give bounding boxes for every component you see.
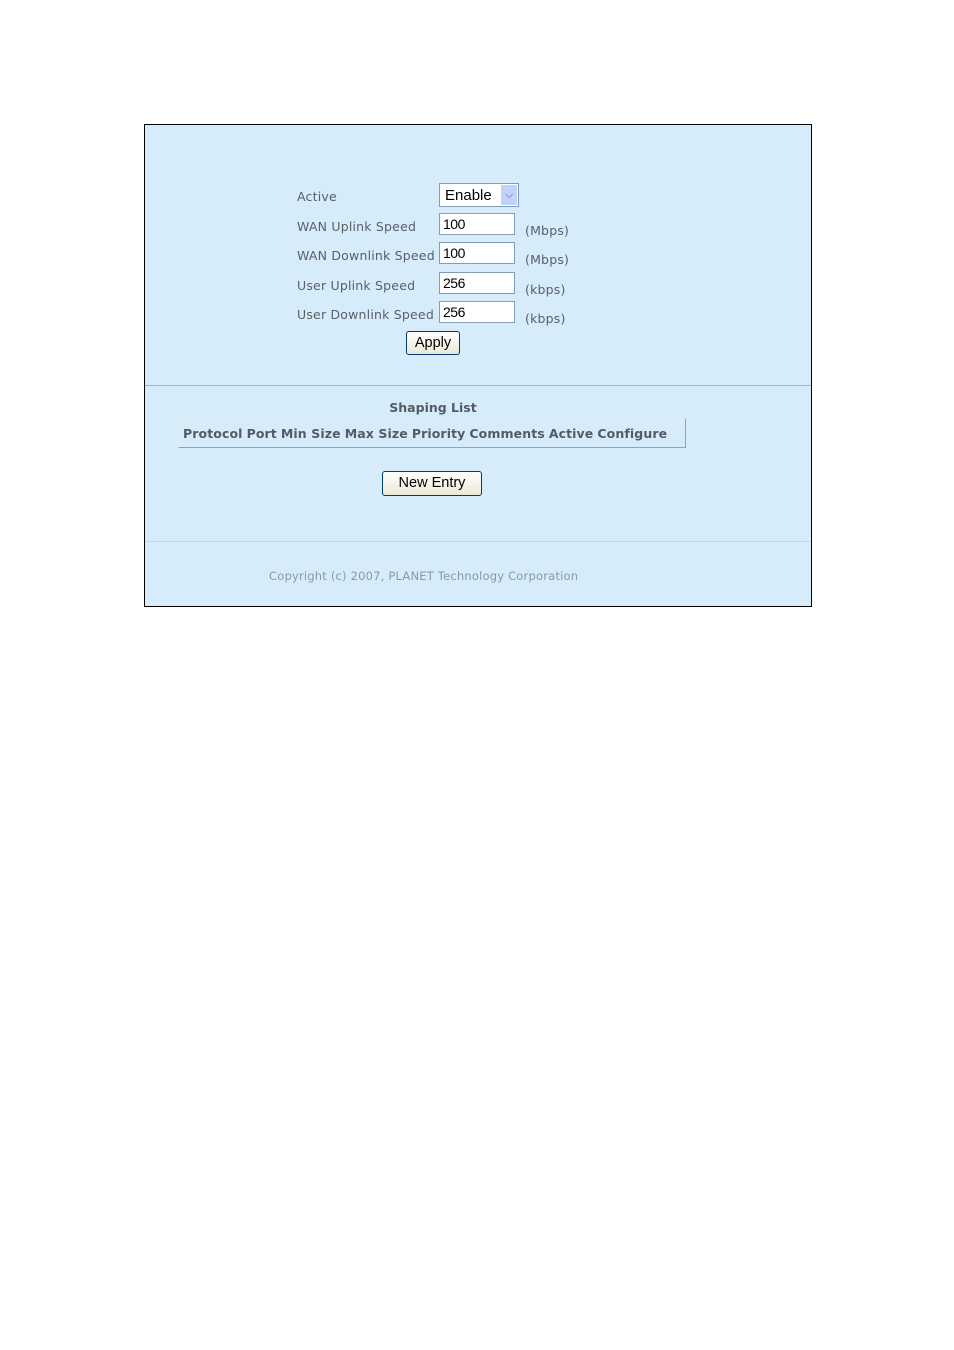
wan-downlink-input[interactable] [439, 242, 515, 264]
chevron-down-icon[interactable]: ⌵ [501, 185, 517, 205]
column-header-max-size: Max Size [344, 426, 408, 441]
active-label: Active [297, 189, 337, 204]
shaping-list-title: Shaping List [389, 400, 477, 415]
user-uplink-unit: (kbps) [525, 282, 566, 297]
section-divider [145, 385, 811, 386]
user-uplink-input[interactable] [439, 272, 515, 294]
new-entry-button[interactable]: New Entry [382, 471, 482, 496]
shaping-list-header: Protocol Port Min Size Max Size Priority Comm… [178, 418, 686, 448]
column-header-comments: Comments [469, 426, 545, 441]
footer-divider [145, 541, 811, 542]
traffic-shaping-panel: Active Enable ⌵ WAN Uplink Speed (Mbps) … [144, 124, 812, 607]
user-downlink-unit: (kbps) [525, 311, 566, 326]
apply-button[interactable]: Apply [406, 331, 460, 355]
active-select-value: Enable [445, 187, 492, 204]
active-select[interactable]: Enable ⌵ [439, 183, 519, 207]
column-header-protocol: Protocol [183, 426, 243, 441]
wan-uplink-input[interactable] [439, 213, 515, 235]
user-downlink-label: User Downlink Speed [297, 307, 434, 322]
row-active: Active Enable ⌵ [297, 183, 519, 209]
user-downlink-input[interactable] [439, 301, 515, 323]
user-uplink-label: User Uplink Speed [297, 278, 416, 293]
column-header-active: Active [548, 426, 594, 441]
column-header-configure: Configure [597, 426, 668, 441]
column-header-port: Port [246, 426, 277, 441]
wan-downlink-unit: (Mbps) [525, 252, 570, 267]
column-header-priority: Priority [411, 426, 466, 441]
wan-downlink-label: WAN Downlink Speed [297, 248, 435, 263]
wan-uplink-unit: (Mbps) [525, 223, 570, 238]
wan-uplink-label: WAN Uplink Speed [297, 219, 417, 234]
column-header-min-size: Min Size [280, 426, 341, 441]
copyright-text: Copyright (c) 2007, PLANET Technology Co… [269, 569, 579, 583]
